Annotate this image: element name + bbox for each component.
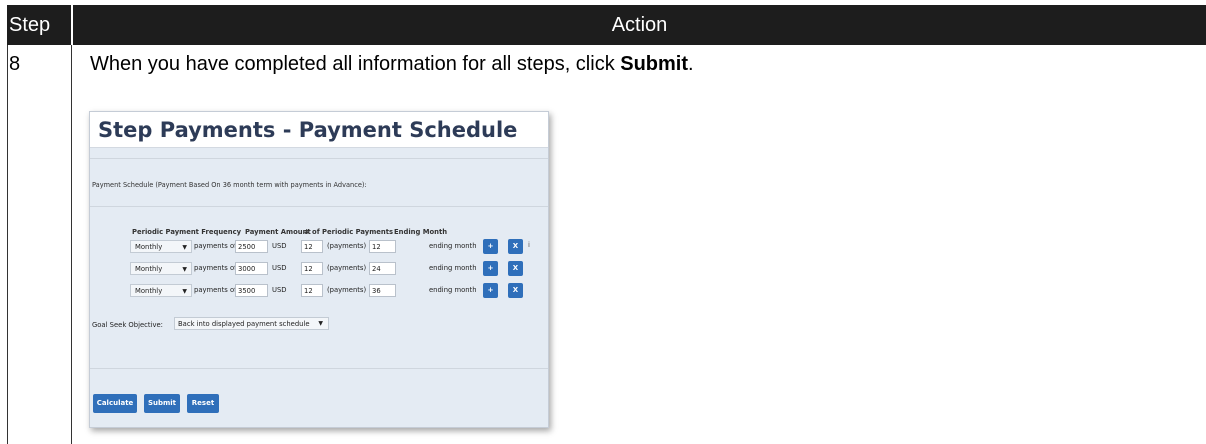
- chevron-down-icon: ▼: [318, 320, 323, 327]
- count-unit: (payments): [327, 264, 367, 272]
- payments-of-label: payments of: [194, 242, 237, 250]
- count-unit: (payments): [327, 286, 367, 294]
- instruction-submit: Submit: [620, 53, 689, 75]
- count-input[interactable]: 12: [301, 262, 323, 275]
- reset-button[interactable]: Reset: [187, 394, 219, 413]
- header-step: Step: [9, 14, 51, 36]
- table-left-border: [7, 45, 8, 444]
- frequency-select[interactable]: Monthly ▼: [130, 284, 192, 297]
- chevron-down-icon: ▼: [182, 288, 187, 295]
- col-count: # of Periodic Payments: [304, 228, 394, 236]
- frequency-select[interactable]: Monthly ▼: [130, 262, 192, 275]
- chevron-down-icon: ▼: [182, 244, 187, 251]
- submit-button[interactable]: Submit: [144, 394, 180, 413]
- frequency-value: Monthly: [135, 287, 163, 295]
- amount-input[interactable]: 3500: [235, 284, 268, 297]
- screenshot-header: Step Payments - Payment Schedule: [90, 112, 548, 148]
- currency-label: USD: [272, 242, 287, 250]
- goal-seek-value: Back into displayed payment schedule: [178, 320, 310, 328]
- add-row-button[interactable]: +: [483, 239, 498, 254]
- screenshot-title: Step Payments - Payment Schedule: [98, 118, 518, 142]
- frequency-value: Monthly: [135, 243, 163, 251]
- payments-of-label: payments of: [194, 286, 237, 294]
- ending-input[interactable]: 24: [369, 262, 396, 275]
- frequency-value: Monthly: [135, 265, 163, 273]
- info-icon[interactable]: i: [528, 241, 530, 249]
- remove-row-button[interactable]: X: [508, 239, 523, 254]
- payment-row: Monthly ▼ payments of 3000 USD 12 (paymen…: [90, 261, 548, 277]
- divider: [90, 158, 548, 159]
- ending-month-label: ending month: [429, 286, 477, 294]
- calculate-button[interactable]: Calculate: [93, 394, 137, 413]
- count-input[interactable]: 12: [301, 284, 323, 297]
- chevron-down-icon: ▼: [182, 266, 187, 273]
- column-divider: [71, 45, 72, 444]
- ending-month-label: ending month: [429, 264, 477, 272]
- ending-input[interactable]: 12: [369, 240, 396, 253]
- col-frequency: Periodic Payment Frequency: [132, 228, 242, 236]
- ending-month-label: ending month: [429, 242, 477, 250]
- frequency-select[interactable]: Monthly ▼: [130, 240, 192, 253]
- divider: [90, 206, 548, 207]
- table-header-row: Step Action: [7, 5, 1206, 45]
- instruction-suffix: .: [688, 53, 694, 75]
- payment-row: Monthly ▼ payments of 3500 USD 12 (paymen…: [90, 283, 548, 299]
- instruction-prefix: When you have completed all information …: [90, 53, 621, 75]
- count-unit: (payments): [327, 242, 367, 250]
- payments-of-label: payments of: [194, 264, 237, 272]
- payment-schedule-screenshot: Step Payments - Payment Schedule Payment…: [89, 111, 549, 428]
- step-number: 8: [9, 53, 21, 75]
- schedule-label: Payment Schedule (Payment Based On 36 mo…: [92, 181, 367, 189]
- remove-row-button[interactable]: X: [508, 283, 523, 298]
- ending-input[interactable]: 36: [369, 284, 396, 297]
- header-action: Action: [611, 14, 668, 36]
- add-row-button[interactable]: +: [483, 283, 498, 298]
- amount-input[interactable]: 3000: [235, 262, 268, 275]
- currency-label: USD: [272, 264, 287, 272]
- currency-label: USD: [272, 286, 287, 294]
- amount-input[interactable]: 2500: [235, 240, 268, 253]
- remove-row-button[interactable]: X: [508, 261, 523, 276]
- instruction-text: When you have completed all information …: [90, 53, 694, 76]
- goal-seek-select[interactable]: Back into displayed payment schedule ▼: [174, 317, 329, 330]
- col-amount: Payment Amount: [245, 228, 311, 236]
- count-input[interactable]: 12: [301, 240, 323, 253]
- col-ending: Ending Month: [394, 228, 448, 236]
- payment-row: Monthly ▼ payments of 2500 USD 12 (paymen…: [90, 239, 548, 255]
- goal-seek-label: Goal Seek Objective:: [92, 321, 163, 329]
- add-row-button[interactable]: +: [483, 261, 498, 276]
- divider: [90, 368, 548, 369]
